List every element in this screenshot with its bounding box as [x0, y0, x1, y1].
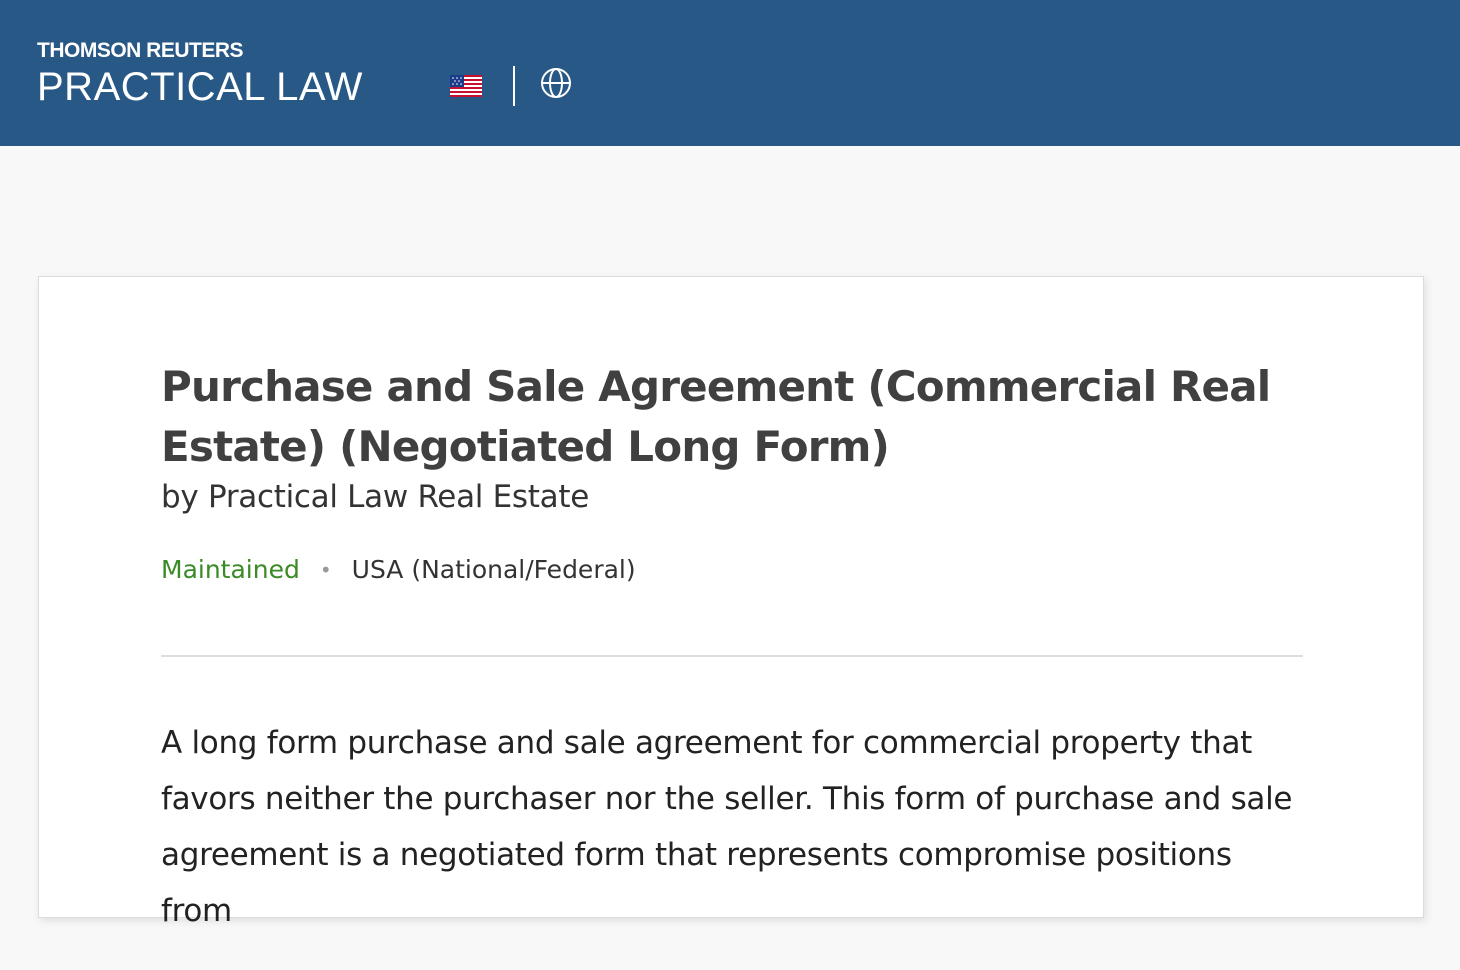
- brand-bottom-text: PRACTICAL LAW: [37, 65, 363, 109]
- meta-separator: •: [319, 558, 332, 582]
- document-title: Purchase and Sale Agreement (Commercial …: [161, 362, 1271, 471]
- brand-top-text: THOMSON REUTERS: [37, 39, 244, 62]
- jurisdiction-label: USA (National/Federal): [351, 555, 636, 584]
- practical-law-logo[interactable]: THOMSON REUTERS PRACTICAL LAW: [37, 38, 363, 110]
- globe-icon[interactable]: [538, 65, 574, 101]
- document-meta: Maintained • USA (National/Federal): [161, 555, 1303, 585]
- document-author: by Practical Law Real Estate: [161, 479, 589, 515]
- document-card: Purchase and Sale Agreement (Commercial …: [38, 276, 1424, 929]
- document-content: Purchase and Sale Agreement (Commercial …: [161, 357, 1303, 970]
- document-abstract: A long form purchase and sale agreement …: [161, 725, 1293, 929]
- section-divider: [161, 655, 1303, 657]
- header-divider: [513, 66, 515, 106]
- top-header: THOMSON REUTERS PRACTICAL LAW: [0, 0, 1460, 146]
- status-badge: Maintained: [161, 555, 300, 584]
- us-flag-icon[interactable]: [448, 73, 484, 99]
